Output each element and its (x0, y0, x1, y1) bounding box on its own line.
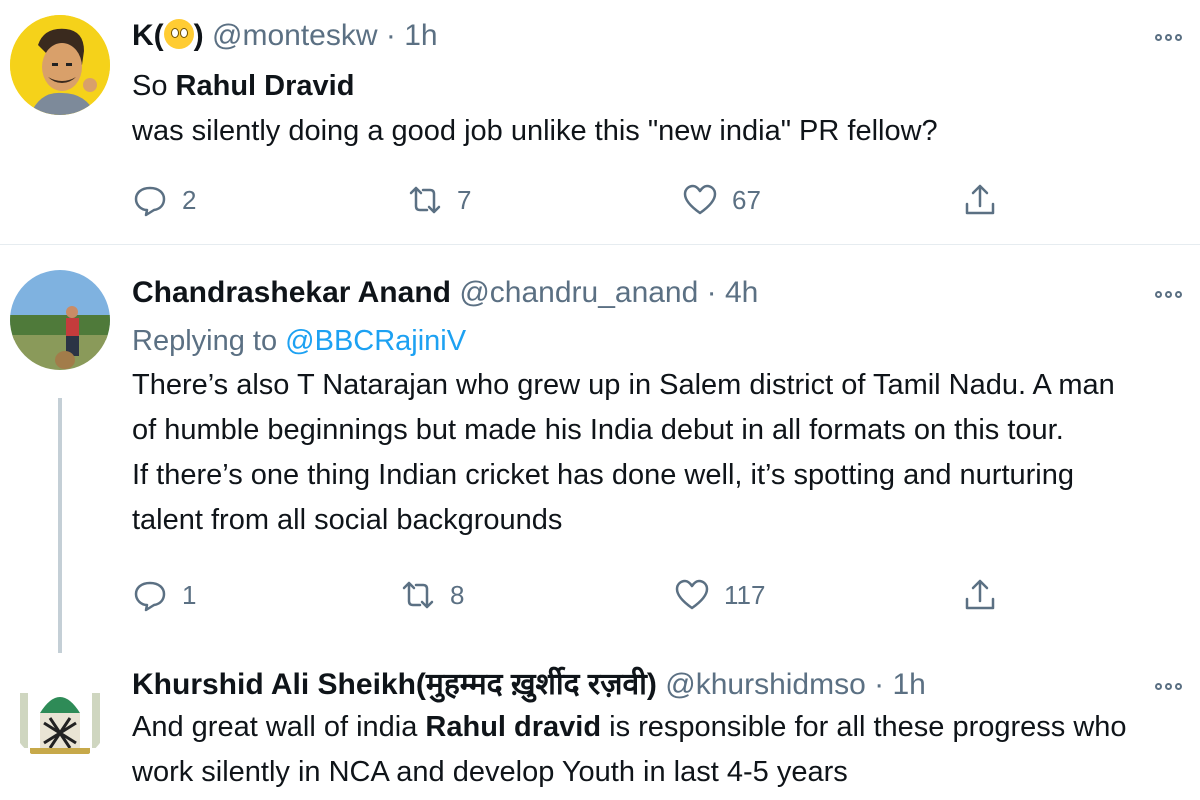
retweet-count: 7 (457, 184, 472, 215)
avatar-illustration (10, 15, 110, 115)
face-with-rolling-eyes-emoji (163, 19, 194, 49)
reply-button[interactable]: 2 (132, 180, 196, 220)
more-options-icon[interactable] (1150, 30, 1186, 44)
separator-dot: · (385, 19, 396, 52)
tweet[interactable]: K() @monteskw · 1h So Rahul Dravid was s… (0, 0, 1200, 245)
like-count: 67 (732, 184, 761, 215)
retweet-button[interactable]: 8 (400, 575, 464, 615)
retweet-icon (409, 186, 441, 214)
retweet-count: 8 (450, 579, 465, 610)
reply-count: 2 (182, 184, 197, 215)
avatar-photo (10, 270, 110, 370)
timestamp[interactable]: 1h (892, 668, 925, 701)
timestamp[interactable]: 4h (725, 276, 758, 309)
author-name[interactable]: K() (132, 19, 204, 52)
like-count: 117 (724, 579, 766, 610)
avatar-illustration (10, 663, 110, 763)
separator-dot: · (874, 668, 885, 701)
replying-label: Replying to (132, 325, 278, 357)
tweet-text-line: There’s also T Natarajan who grew up in … (132, 369, 1115, 401)
tweet-text-line: talent from all social backgrounds (132, 504, 563, 536)
replying-to: Replying to @BBCRajiniV (132, 321, 1180, 361)
tweet-text: And great wall of india Rahul dravid is … (132, 711, 1127, 788)
retweet-icon (402, 581, 434, 609)
share-icon (965, 579, 995, 610)
thread-line (58, 398, 62, 653)
tweet-actions: 1 8 117 (132, 575, 1032, 615)
share-button[interactable] (962, 575, 998, 615)
avatar[interactable] (10, 663, 110, 763)
reply-icon (134, 581, 166, 612)
reply-count: 1 (182, 579, 197, 610)
tweet-header: Khurshid Ali Sheikh(मुहम्मद ख़ुर्शीद रज़… (132, 665, 1180, 705)
tweet-actions: 2 7 67 (132, 180, 1032, 220)
more-options-icon[interactable] (1150, 287, 1186, 301)
tweet-text: There’s also T Natarajan who grew up in … (132, 363, 1180, 543)
more-options-icon[interactable] (1150, 679, 1186, 693)
timestamp[interactable]: 1h (404, 19, 437, 52)
avatar[interactable] (10, 15, 110, 115)
author-handle[interactable]: @khurshidmso (665, 668, 866, 701)
heart-icon (683, 184, 717, 215)
reply-button[interactable]: 1 (132, 575, 196, 615)
tweet-header: Chandrashekar Anand @chandru_anand · 4h (132, 273, 1180, 313)
avatar[interactable] (10, 270, 110, 370)
tweet[interactable]: Khurshid Ali Sheikh(मुहम्मद ख़ुर्शीद रज़… (0, 655, 1200, 800)
replying-handle-link[interactable]: @BBCRajiniV (285, 325, 466, 357)
author-name[interactable]: Chandrashekar Anand (132, 276, 451, 309)
separator-dot: · (706, 276, 717, 309)
tweet-text-line: If there’s one thing Indian cricket has … (132, 459, 1075, 491)
author-handle[interactable]: @chandru_anand (459, 276, 698, 309)
tweet-text-line: of humble beginnings but made his India … (132, 414, 1064, 446)
like-button[interactable]: 67 (682, 180, 761, 220)
tweet-text: So Rahul Dravid was silently doing a goo… (132, 70, 938, 147)
reply-icon (134, 186, 166, 217)
retweet-button[interactable]: 7 (407, 180, 471, 220)
tweet[interactable]: Chandrashekar Anand @chandru_anand · 4h … (0, 245, 1200, 655)
tweet-header: K() @monteskw · 1h (132, 16, 1180, 56)
share-icon (965, 184, 995, 215)
author-handle[interactable]: @monteskw (212, 19, 378, 52)
like-button[interactable]: 117 (674, 575, 765, 615)
author-name[interactable]: Khurshid Ali Sheikh(मुहम्मद ख़ुर्शीद रज़… (132, 668, 657, 701)
heart-icon (675, 579, 709, 610)
share-button[interactable] (962, 180, 998, 220)
